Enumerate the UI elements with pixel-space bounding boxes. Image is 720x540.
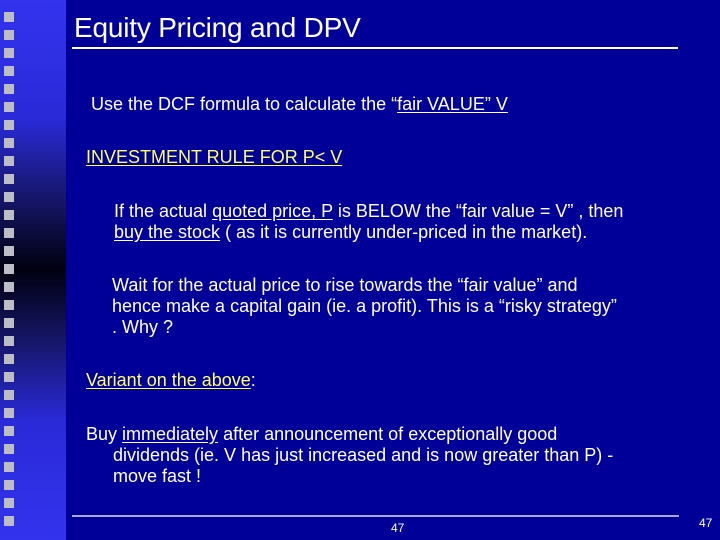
wait-line-1: Wait for the actual price to rise toward… (112, 275, 578, 295)
quoted-price-underlined: quoted price, P (212, 201, 333, 221)
bullet-square-icon (4, 66, 14, 76)
buy-immediately-paragraph: Buy immediately after announcement of ex… (86, 424, 613, 487)
investment-rule-heading: INVESTMENT RULE FOR P< V (86, 147, 343, 167)
buy-line-3: move fast ! (113, 466, 202, 486)
immediately-underlined: immediately (122, 424, 219, 444)
slide-number: 47 (699, 516, 713, 530)
bullet-square-icon (4, 12, 14, 22)
wait-line-2: hence make a capital gain (ie. a profit)… (112, 296, 617, 316)
variant-heading: Variant on the above: (86, 370, 256, 391)
title-divider (72, 47, 678, 49)
bullet-square-icon (4, 354, 14, 364)
bullet-square-icon (4, 210, 14, 220)
bullet-square-icon (4, 462, 14, 472)
bullet-square-icon (4, 336, 14, 346)
wait-line-3: . Why ? (112, 317, 174, 337)
bullet-square-strip (4, 12, 14, 534)
bullet-square-icon (4, 138, 14, 148)
bullet-square-icon (4, 444, 14, 454)
buy-line-2: dividends (ie. V has just increased and … (113, 445, 614, 465)
bullet-square-icon (4, 426, 14, 436)
variant-colon: : (250, 370, 256, 390)
decorative-sidebar (0, 0, 66, 540)
bullet-square-icon (4, 390, 14, 400)
bullet-square-icon (4, 480, 14, 490)
bullet-square-icon (4, 516, 14, 526)
rule-paragraph: If the actual quoted price, P is BELOW t… (114, 201, 623, 243)
slide-title: Equity Pricing and DPV (74, 12, 361, 43)
bullet-square-icon (4, 318, 14, 328)
bullet-square-icon (4, 372, 14, 382)
bullet-square-icon (4, 246, 14, 256)
bullet-square-icon (4, 300, 14, 310)
buy-text-b: after announcement of exceptionally good (218, 424, 558, 444)
wait-paragraph: Wait for the actual price to rise toward… (112, 275, 617, 338)
fair-value-underlined: fair VALUE” V (397, 94, 508, 114)
buy-the-stock-underlined: buy the stock (114, 222, 221, 242)
bullet-square-icon (4, 48, 14, 58)
bullet-square-icon (4, 228, 14, 238)
rule-text-d: ( as it is currently under-priced in the… (220, 222, 588, 242)
bullet-square-icon (4, 102, 14, 112)
bullet-square-icon (4, 264, 14, 274)
dcf-instruction-text: Use the DCF formula to calculate the “ (91, 94, 398, 114)
rule-text-b: is BELOW the “fair value = V” , then (332, 201, 624, 221)
bullet-square-icon (4, 30, 14, 40)
bullet-square-icon (4, 192, 14, 202)
bullet-square-icon (4, 174, 14, 184)
footer-divider (72, 515, 679, 517)
bullet-square-icon (4, 282, 14, 292)
footer-page-number: 47 (391, 521, 405, 535)
variant-label: Variant on the above (86, 370, 251, 390)
rule-text-a: If the actual (114, 201, 213, 221)
bullet-square-icon (4, 120, 14, 130)
bullet-square-icon (4, 498, 14, 508)
dcf-instruction: Use the DCF formula to calculate the “fa… (91, 94, 508, 115)
bullet-square-icon (4, 84, 14, 94)
buy-text-a: Buy (86, 424, 123, 444)
bullet-square-icon (4, 408, 14, 418)
bullet-square-icon (4, 156, 14, 166)
